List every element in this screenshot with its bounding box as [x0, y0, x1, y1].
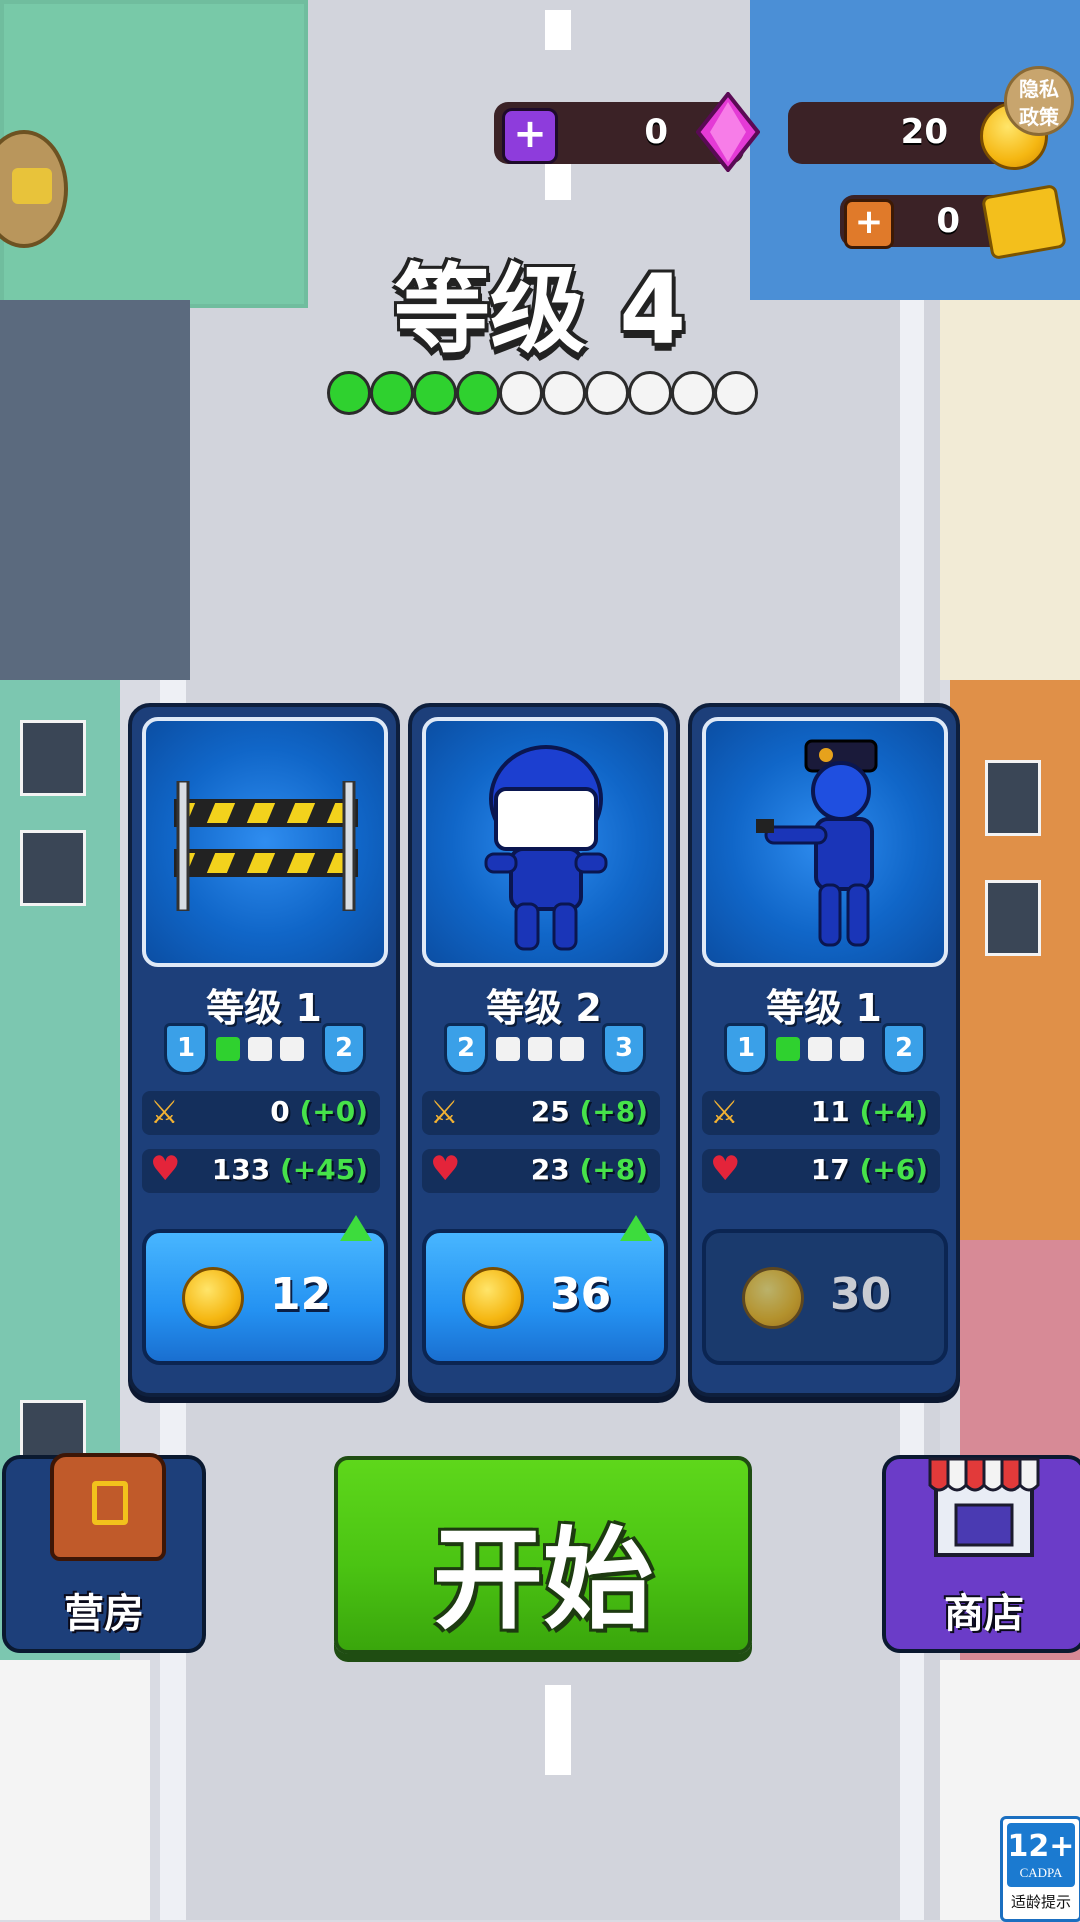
level-pip	[280, 1037, 304, 1061]
barricade-icon	[174, 781, 358, 911]
police-officer-icon	[756, 739, 878, 947]
progress-dot	[542, 371, 586, 415]
progress-dot	[499, 371, 543, 415]
unit-card-barricade: 等级 1 1 2 ⚔ 0 (+0) ♥ 133 (+45) 12	[128, 703, 400, 1397]
level-pip	[840, 1037, 864, 1061]
unit-card-police-officer: 等级 1 1 2 ⚔ 11 (+4) ♥ 17 (+6) 30	[688, 703, 960, 1397]
unit-card-riot-police: 等级 2 2 3 ⚔ 25 (+8) ♥ 23 (+8) 36	[408, 703, 680, 1397]
upgrade-button[interactable]: 30	[702, 1229, 948, 1365]
coin-count: 20	[900, 112, 948, 152]
add-gems-button[interactable]: +	[502, 108, 558, 164]
coin-icon	[462, 1267, 524, 1329]
attack-value: 0	[270, 1095, 290, 1128]
progress-dot	[456, 371, 500, 415]
upgrade-cost: 30	[830, 1269, 892, 1320]
sword-icon: ⚔	[150, 1093, 179, 1131]
privacy-policy-button[interactable]: 隐私政策	[1004, 66, 1074, 136]
level-pip	[776, 1037, 800, 1061]
level-pip	[248, 1037, 272, 1061]
unit-portrait	[702, 717, 948, 967]
heart-icon: ♥	[430, 1149, 461, 1189]
attack-bonus: (+0)	[299, 1095, 368, 1128]
level-to-shield: 2	[882, 1023, 926, 1075]
treasure-chest-icon	[12, 168, 52, 204]
progress-dot	[413, 371, 457, 415]
heart-icon: ♥	[150, 1149, 181, 1189]
health-stat: ♥ 23 (+8)	[422, 1149, 660, 1193]
upgrade-cost: 12	[270, 1269, 332, 1320]
lane-marking	[545, 10, 571, 50]
progress-dot	[628, 371, 672, 415]
level-from-shield: 1	[164, 1023, 208, 1075]
progress-dot	[370, 371, 414, 415]
health-value: 133	[211, 1153, 271, 1186]
progress-dot	[671, 371, 715, 415]
attack-stat: ⚔ 0 (+0)	[142, 1091, 380, 1135]
upgrade-available-arrow-icon	[620, 1215, 652, 1241]
gem-count: 0	[644, 112, 668, 152]
window	[20, 830, 86, 906]
unit-portrait	[422, 717, 668, 967]
unit-portrait	[142, 717, 388, 967]
attack-stat: ⚔ 25 (+8)	[422, 1091, 660, 1135]
age-rating-org: CADPA	[1019, 1865, 1063, 1880]
age-rating-badge: 12+ CADPA 适龄提示	[1000, 1816, 1080, 1922]
sword-icon: ⚔	[430, 1093, 459, 1131]
start-label: 开始	[433, 1516, 653, 1644]
coin-icon	[182, 1267, 244, 1329]
riot-police-icon	[484, 745, 608, 951]
storefront-icon	[926, 1449, 1042, 1559]
level-to-shield: 2	[322, 1023, 366, 1075]
upgrade-button[interactable]: 12	[142, 1229, 388, 1365]
attack-stat: ⚔ 11 (+4)	[702, 1091, 940, 1135]
attack-value: 11	[810, 1095, 850, 1128]
progress-dot	[327, 371, 371, 415]
progress-dot	[714, 371, 758, 415]
health-value: 23	[530, 1153, 570, 1186]
health-bonus: (+8)	[579, 1153, 648, 1186]
gem-icon	[695, 90, 761, 174]
start-button[interactable]: 开始	[334, 1456, 752, 1654]
level-title: 等级 4	[393, 254, 687, 366]
attack-bonus: (+4)	[859, 1095, 928, 1128]
health-bonus: (+6)	[859, 1153, 928, 1186]
level-from-shield: 1	[724, 1023, 768, 1075]
building-white	[0, 1660, 150, 1920]
upgrade-available-arrow-icon	[340, 1215, 372, 1241]
level-pip	[216, 1037, 240, 1061]
upgrade-button[interactable]: 36	[422, 1229, 668, 1365]
lane-marking	[545, 1685, 571, 1775]
attack-bonus: (+8)	[579, 1095, 648, 1128]
level-pip	[560, 1037, 584, 1061]
health-value: 17	[810, 1153, 850, 1186]
health-stat: ♥ 133 (+45)	[142, 1149, 380, 1193]
backpack-icon	[50, 1453, 166, 1561]
window	[985, 880, 1041, 956]
level-from-shield: 2	[444, 1023, 488, 1075]
barracks-button[interactable]: 营房	[2, 1453, 206, 1653]
age-rating-number: 12+	[1007, 1829, 1075, 1864]
level-pip	[528, 1037, 552, 1061]
privacy-policy-label: 隐私政策	[1019, 77, 1059, 129]
progress-dot	[585, 371, 629, 415]
window	[20, 720, 86, 796]
level-to-shield: 3	[602, 1023, 646, 1075]
attack-value: 25	[530, 1095, 570, 1128]
sword-icon: ⚔	[710, 1093, 739, 1131]
health-bonus: (+45)	[279, 1153, 368, 1186]
coin-icon	[742, 1267, 804, 1329]
shop-button[interactable]: 商店	[882, 1455, 1080, 1653]
heart-icon: ♥	[710, 1149, 741, 1189]
barracks-label: 营房	[64, 1591, 144, 1637]
age-rating-caption: 适龄提示	[1010, 1893, 1071, 1911]
health-stat: ♥ 17 (+6)	[702, 1149, 940, 1193]
upgrade-cost: 36	[550, 1269, 612, 1320]
level-pip	[808, 1037, 832, 1061]
shop-label: 商店	[944, 1591, 1024, 1637]
level-pip	[496, 1037, 520, 1061]
window	[985, 760, 1041, 836]
